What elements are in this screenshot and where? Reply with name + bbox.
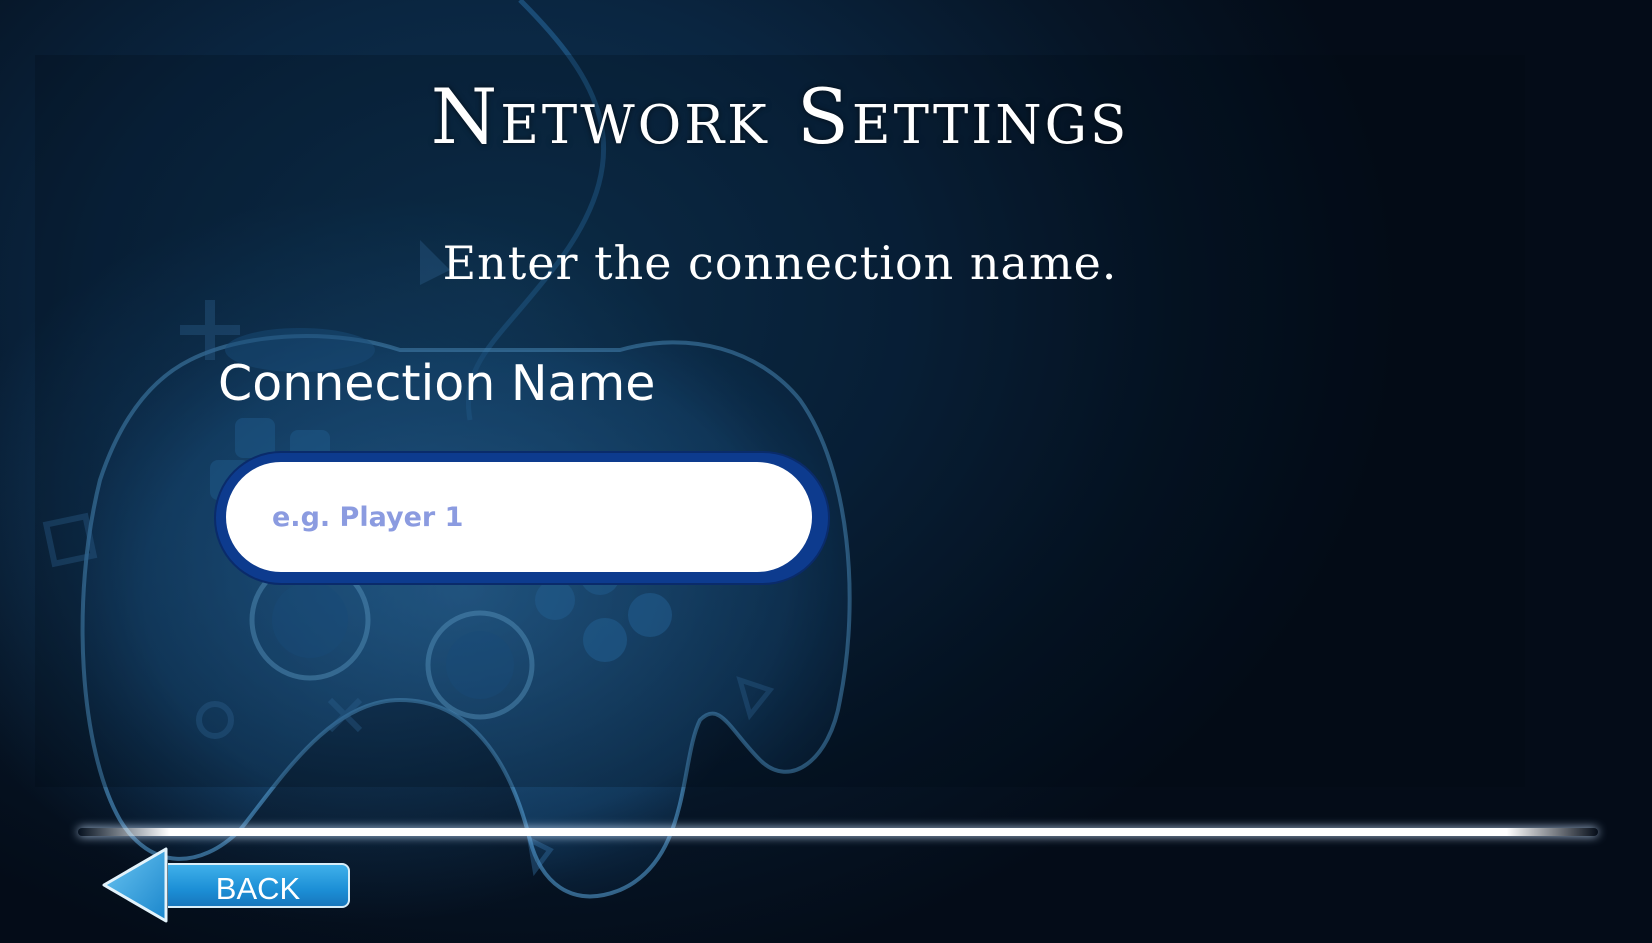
connection-name-input[interactable] <box>226 462 812 572</box>
instruction-text: Enter the connection name. <box>442 236 1118 290</box>
back-button[interactable]: BACK <box>100 845 355 925</box>
back-arrow-icon <box>102 847 168 923</box>
footer-divider <box>78 828 1598 836</box>
connection-name-field <box>216 453 828 583</box>
content-panel <box>35 55 1525 787</box>
network-settings-screen: Network Settings Enter the connection na… <box>0 0 1652 943</box>
back-button-label: BACK <box>215 871 301 906</box>
connection-name-label: Connection Name <box>218 355 656 412</box>
page-title: Network Settings <box>430 72 1130 161</box>
back-button-bar: BACK <box>168 863 350 908</box>
